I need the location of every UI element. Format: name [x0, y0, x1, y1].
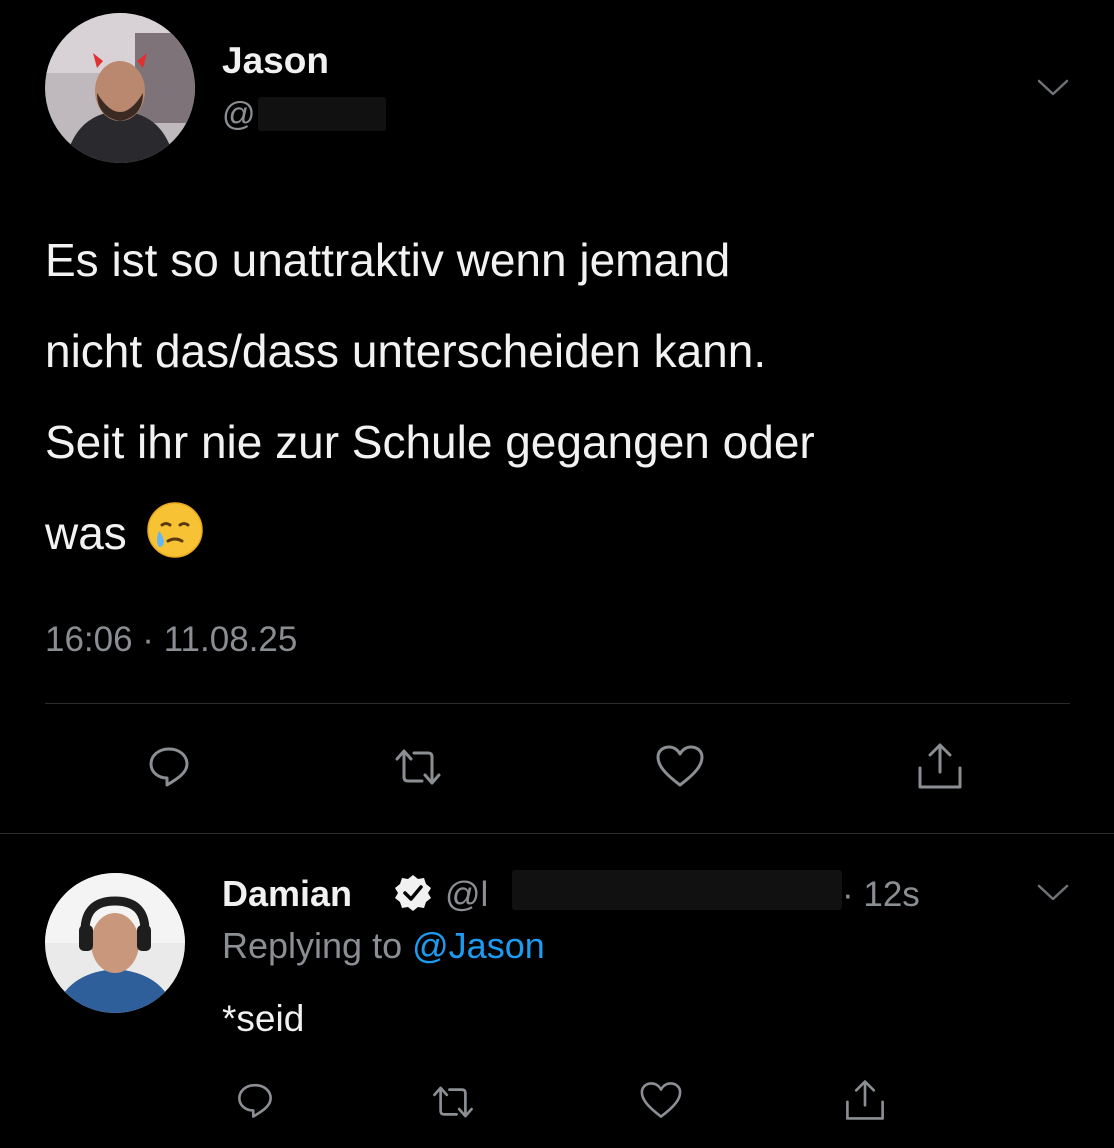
tweet-text-line-last: was: [45, 488, 1075, 579]
reply-time[interactable]: · 12s: [842, 875, 920, 915]
author-handle[interactable]: @: [222, 95, 256, 133]
like-icon[interactable]: [654, 743, 706, 789]
chevron-down-icon[interactable]: [1035, 880, 1071, 904]
redacted-handle: [258, 97, 386, 131]
reply-text: *seid: [222, 998, 305, 1039]
tweet-text: Es ist so unattraktiv wenn jemand nicht …: [45, 215, 1075, 579]
author-handle[interactable]: @l: [445, 875, 488, 915]
share-icon[interactable]: [915, 740, 965, 792]
divider: [0, 833, 1114, 834]
tweet-text-line: Es ist so unattraktiv wenn jemand: [45, 234, 731, 286]
avatar-damian[interactable]: [45, 873, 185, 1013]
face-holding-back-tears-icon: [146, 498, 204, 558]
retweet-icon[interactable]: [392, 745, 444, 789]
author-name[interactable]: Damian: [222, 873, 352, 915]
tweet-text-line: was: [45, 507, 127, 559]
reply-icon[interactable]: [146, 743, 192, 789]
verified-badge-icon: [393, 873, 433, 913]
avatar-jason[interactable]: [45, 13, 195, 163]
tweet-text-line: Seit ihr nie zur Schule gegangen oder: [45, 416, 815, 468]
chevron-down-icon[interactable]: [1035, 75, 1071, 99]
share-icon[interactable]: [843, 1077, 887, 1123]
replying-prefix: Replying to: [222, 925, 403, 966]
replying-mention-link[interactable]: @Jason: [412, 925, 545, 966]
replying-to: Replying to @Jason: [222, 925, 545, 967]
tweet-text-line: nicht das/dass unterscheiden kann.: [45, 325, 767, 377]
reply-icon[interactable]: [235, 1080, 275, 1120]
redacted-handle: [512, 870, 842, 910]
retweet-icon[interactable]: [430, 1082, 476, 1122]
author-name[interactable]: Jason: [222, 40, 329, 82]
divider: [45, 703, 1070, 704]
tweet-timestamp[interactable]: 16:06 · 11.08.25: [45, 620, 297, 660]
like-icon[interactable]: [638, 1080, 684, 1120]
